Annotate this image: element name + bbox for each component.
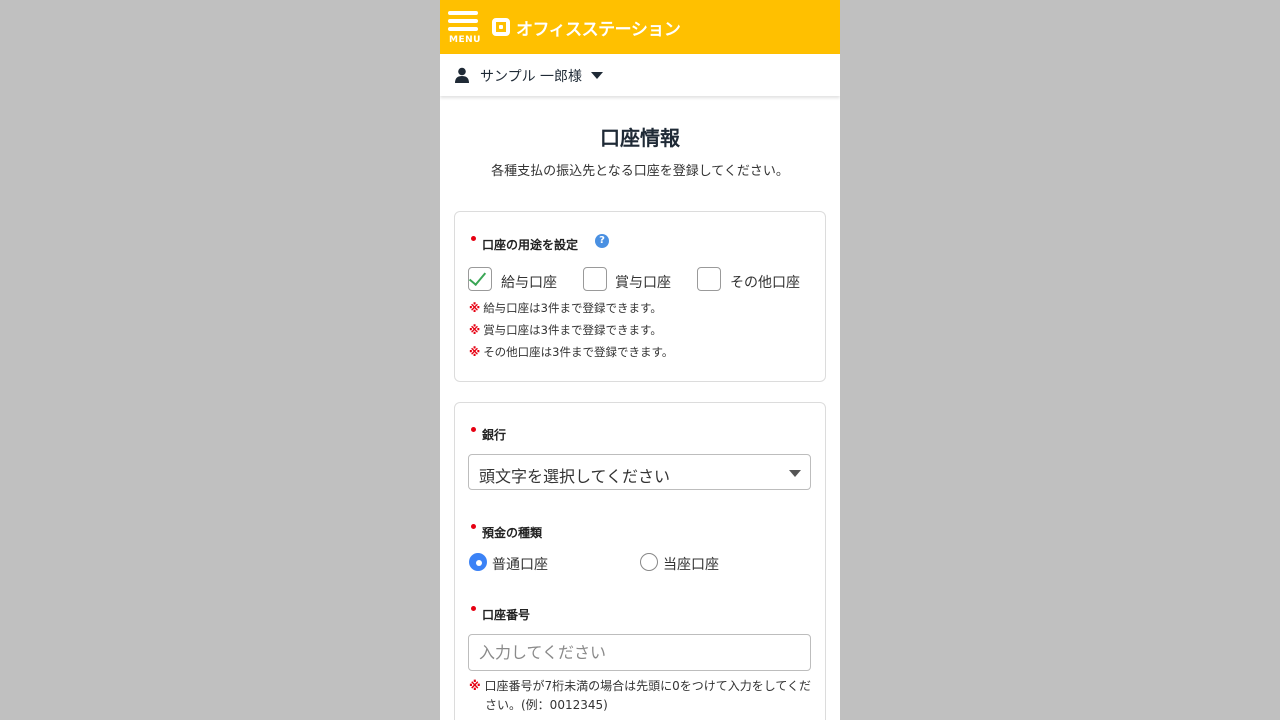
bank-select-value: 頭文字を選択してください: [479, 467, 671, 486]
logo-icon: [492, 18, 510, 36]
user-bar: サンプル 一郎様: [440, 54, 840, 96]
mobile-viewport: MENU オフィスステーション サンプル 一郎様 口座情報 各種支払の振込先とな…: [440, 0, 840, 720]
usage-note: ※ 賞与口座は3件まで登録できます。: [469, 322, 662, 338]
account-number-input[interactable]: [468, 634, 811, 671]
hamburger-icon-bar: [448, 27, 478, 31]
radio-ordinary[interactable]: [469, 553, 487, 571]
checkbox-bonus[interactable]: [583, 267, 607, 291]
usage-label: 口座の用途を設定: [482, 238, 579, 252]
note-mark: ※: [469, 323, 481, 337]
usage-note-text: その他口座は3件まで登録できます。: [483, 345, 674, 359]
checkbox-bonus-label[interactable]: 賞与口座: [615, 272, 671, 292]
page-description: 各種支払の振込先となる口座を登録してください。: [491, 164, 789, 179]
brand-name: オフィスステーション: [516, 19, 681, 40]
radio-ordinary-label[interactable]: 普通口座: [492, 554, 548, 574]
page-title: 口座情報: [600, 126, 680, 150]
bank-label: 銀行: [482, 428, 507, 442]
usage-note-text: 給与口座は3件まで登録できます。: [483, 301, 662, 315]
brand-logo[interactable]: オフィスステーション: [492, 15, 681, 40]
required-dot: [471, 524, 476, 529]
usage-note-text: 賞与口座は3件まで登録できます。: [483, 323, 662, 337]
bank-select[interactable]: 頭文字を選択してください: [468, 454, 811, 490]
bank-card: 銀行 頭文字を選択してください 預金の種類 普通口座 当座口座 口座番号 ※ 口…: [454, 402, 826, 720]
menu-label: MENU: [449, 35, 481, 45]
radio-checking[interactable]: [640, 553, 658, 571]
account-number-note-body: ※ 口座番号が7桁未満の場合は先頭に0をつけて入力をしてください。(例：0012…: [469, 677, 814, 715]
deposit-type-label: 預金の種類: [482, 526, 543, 540]
usage-note: ※ その他口座は3件まで登録できます。: [469, 344, 673, 360]
app-header: MENU オフィスステーション: [440, 0, 840, 54]
checkbox-other[interactable]: [697, 267, 721, 291]
chevron-down-icon: [789, 470, 801, 477]
checkbox-salary[interactable]: [468, 267, 492, 291]
check-icon: [468, 267, 487, 287]
usage-note: ※ 給与口座は3件まで登録できます。: [469, 300, 662, 316]
note-mark: ※: [469, 679, 481, 693]
account-number-note-text: 口座番号が7桁未満の場合は先頭に0をつけて入力をしてください。(例：001234…: [484, 679, 812, 712]
note-mark: ※: [469, 345, 481, 359]
hamburger-icon-bar: [448, 19, 478, 23]
hamburger-icon: [448, 11, 478, 15]
usage-card: 口座の用途を設定 ? 給与口座 賞与口座 その他口座 ※ 給与口座は3件まで登録で…: [454, 211, 826, 382]
help-icon[interactable]: ?: [595, 234, 609, 248]
required-dot: [471, 236, 476, 241]
user-icon: [455, 67, 469, 83]
menu-button[interactable]: MENU: [448, 9, 481, 47]
radio-checking-label[interactable]: 当座口座: [663, 554, 719, 574]
user-name[interactable]: サンプル 一郎様: [480, 66, 582, 86]
required-dot: [471, 427, 476, 432]
note-mark: ※: [469, 301, 481, 315]
account-number-note: ※ 口座番号が7桁未満の場合は先頭に0をつけて入力をしてください。(例：0012…: [469, 677, 814, 715]
checkbox-salary-label[interactable]: 給与口座: [501, 272, 557, 292]
chevron-down-icon[interactable]: [591, 72, 603, 79]
required-dot: [471, 606, 476, 611]
account-number-label: 口座番号: [482, 608, 531, 622]
checkbox-other-label[interactable]: その他口座: [730, 272, 800, 292]
